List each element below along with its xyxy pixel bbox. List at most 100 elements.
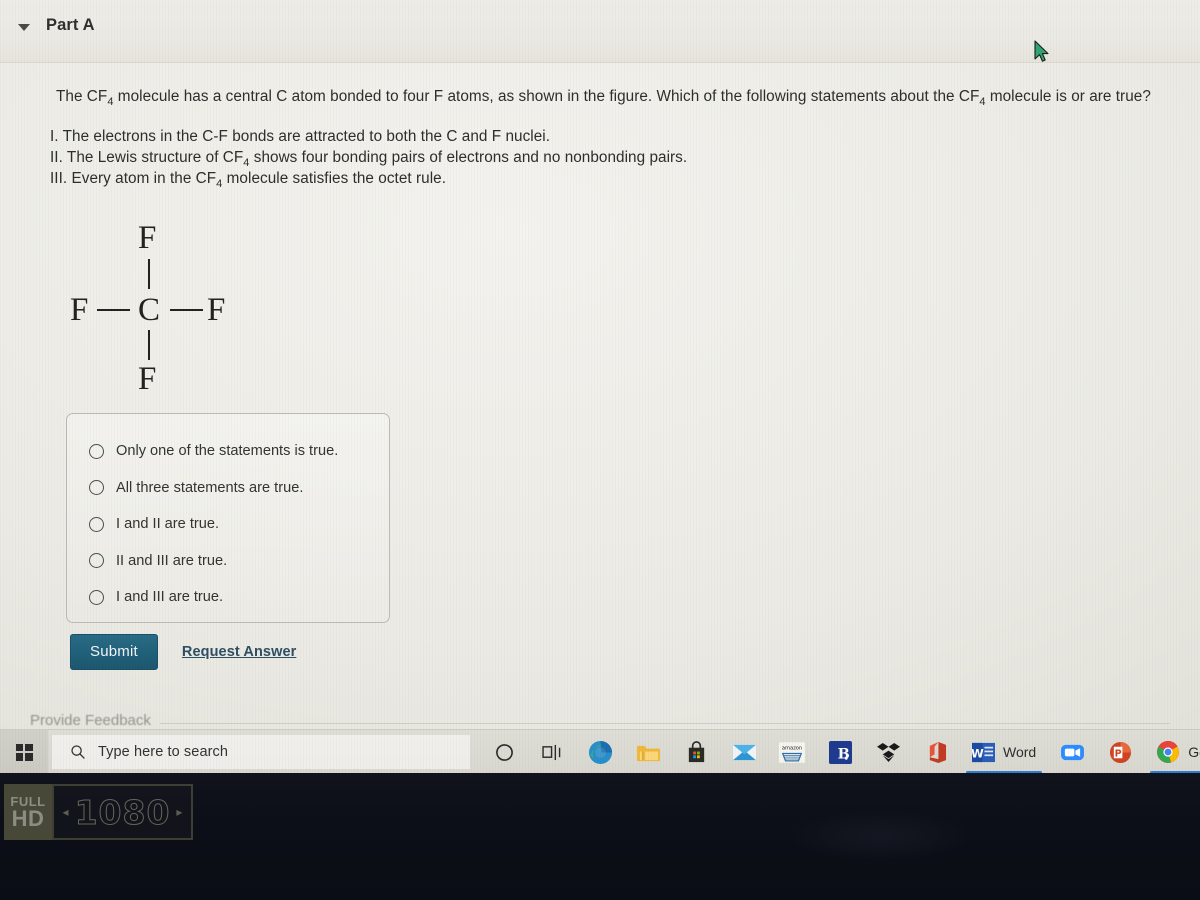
answer-option-4[interactable]: II and III are true. — [67, 543, 389, 580]
action-row: Submit Request Answer — [70, 634, 296, 670]
question-stem: The CF4 molecule has a central C atom bo… — [56, 88, 1151, 108]
answer-option-3-label: I and II are true. — [116, 516, 220, 533]
bond-line-right — [170, 309, 203, 311]
search-input[interactable]: Type here to search — [52, 735, 470, 769]
full-hd-badge: FULL HD ◂ 1080 ▸ — [4, 784, 193, 840]
radio-button-3[interactable] — [89, 516, 104, 532]
taskbar-item-file-explorer[interactable] — [624, 730, 672, 773]
taskbar-item-cortana[interactable] — [480, 730, 528, 773]
lewis-structure-cf4: F F C F F — [70, 222, 270, 397]
microsoft-edge-icon — [588, 740, 612, 764]
statement-ii-text-b: shows four bonding pairs of electrons an… — [249, 149, 688, 166]
google-chrome-icon — [1157, 741, 1180, 763]
dropbox-icon — [876, 742, 900, 762]
start-button[interactable] — [0, 730, 48, 773]
part-header-band: Part A — [0, 0, 1200, 63]
windows-logo-icon — [15, 743, 33, 761]
taskbar-item-task-view[interactable] — [528, 730, 576, 773]
microsoft-word-icon: W — [972, 742, 995, 762]
bond-line-bottom — [148, 330, 150, 360]
answer-option-3[interactable]: I and II are true. — [67, 506, 389, 543]
atom-label-c-center: C — [138, 292, 161, 328]
svg-text:B: B — [837, 746, 849, 762]
monitor-bezel: FULL HD ◂ 1080 ▸ — [0, 773, 1200, 900]
part-a-header[interactable]: Part A — [18, 16, 95, 35]
submit-button[interactable]: Submit — [70, 634, 158, 670]
taskbar-item-word-label: Word — [1003, 744, 1037, 760]
mouse-pointer-icon — [1034, 40, 1049, 62]
stem-part-2: molecule has a central C atom bonded to … — [113, 88, 980, 105]
resolution-badge: ◂ 1080 ▸ — [52, 784, 193, 840]
taskbar-item-microsoft-store[interactable] — [672, 730, 720, 773]
radio-button-4[interactable] — [89, 553, 104, 569]
resolution-value: 1080 — [74, 792, 171, 832]
statement-i-text: I. The electrons in the C-F bonds are at… — [50, 128, 551, 145]
windows-taskbar: Type here to search amazon B W Word P G — [0, 729, 1200, 773]
taskbar-item-word[interactable]: W Word — [960, 730, 1048, 773]
statement-ii-text-a: II. The Lewis structure of CF — [50, 149, 244, 166]
answer-choices-group: Only one of the statements is true. All … — [66, 413, 390, 623]
full-hd-label: FULL HD — [4, 784, 52, 840]
cortana-icon — [495, 743, 513, 761]
svg-text:amazon: amazon — [782, 745, 802, 751]
taskbar-item-dropbox[interactable] — [864, 730, 912, 773]
search-placeholder-text: Type here to search — [98, 744, 229, 760]
taskbar-item-powerpoint[interactable]: P — [1096, 730, 1144, 773]
page-title: Part A — [46, 16, 95, 34]
powerpoint-icon: P — [1109, 741, 1131, 763]
taskbar-item-edge[interactable] — [576, 730, 624, 773]
statement-iii-text-b: molecule satisfies the octet rule. — [222, 170, 447, 187]
taskbar-items: amazon B W Word P G — [480, 730, 1200, 773]
answer-option-1-label: Only one of the statements is true. — [116, 443, 339, 460]
bezel-reflection — [790, 811, 970, 861]
horizontal-divider — [160, 723, 1170, 724]
taskbar-item-office[interactable] — [912, 730, 960, 773]
taskbar-item-zoom[interactable] — [1048, 730, 1096, 773]
svg-text:W: W — [972, 746, 984, 760]
atom-label-f-bottom: F — [138, 361, 157, 397]
svg-text:P: P — [1114, 748, 1121, 759]
stem-part-3: molecule is or are true? — [985, 88, 1151, 105]
microsoft-office-icon — [929, 741, 946, 763]
statement-i: I. The electrons in the C-F bonds are at… — [50, 128, 550, 146]
statement-iii: III. Every atom in the CF4 molecule sati… — [50, 170, 446, 190]
answer-option-2-label: All three statements are true. — [116, 479, 304, 496]
statement-iii-text-a: III. Every atom in the CF — [50, 170, 217, 187]
file-explorer-icon — [636, 745, 660, 761]
amazon-icon: amazon — [779, 741, 805, 763]
microsoft-store-icon — [688, 740, 704, 762]
atom-label-f-left: F — [70, 292, 89, 328]
stem-part-1: The CF — [56, 88, 108, 105]
taskbar-item-bitdefender[interactable]: B — [816, 730, 864, 773]
taskbar-item-mail[interactable] — [720, 730, 768, 773]
taskbar-item-chrome-label: Go — [1188, 744, 1200, 760]
chevron-down-icon[interactable] — [18, 23, 30, 31]
mail-icon — [732, 744, 756, 760]
radio-button-1[interactable] — [89, 443, 104, 459]
taskbar-item-chrome[interactable]: Go — [1144, 730, 1200, 773]
answer-option-2[interactable]: All three statements are true. — [67, 470, 389, 507]
full-hd-hd-text: HD — [11, 805, 45, 831]
atom-label-f-top: F — [138, 220, 157, 256]
task-view-icon — [541, 744, 560, 760]
provide-feedback-link[interactable]: Provide Feedback — [30, 712, 151, 729]
radio-button-5[interactable] — [89, 589, 104, 605]
bitdefender-icon: B — [828, 740, 852, 764]
statement-ii: II. The Lewis structure of CF4 shows fou… — [50, 149, 687, 169]
radio-button-2[interactable] — [89, 480, 104, 496]
taskbar-item-amazon[interactable]: amazon — [768, 730, 816, 773]
search-icon — [71, 745, 85, 759]
answer-option-4-label: II and III are true. — [116, 552, 228, 569]
request-answer-link[interactable]: Request Answer — [182, 644, 296, 660]
answer-option-5-label: I and III are true. — [116, 589, 224, 606]
answer-option-1[interactable]: Only one of the statements is true. — [67, 433, 389, 470]
bond-line-left — [97, 309, 130, 311]
answer-option-5[interactable]: I and III are true. — [67, 579, 389, 616]
provide-feedback-zone: Provide Feedback — [0, 712, 1200, 730]
monitor-screen: Part A The CF4 molecule has a central C … — [0, 0, 1200, 773]
atom-label-f-right: F — [207, 292, 226, 328]
arrow-right-icon: ▸ — [176, 805, 183, 819]
bond-line-top — [148, 259, 150, 289]
arrow-left-icon: ◂ — [62, 805, 69, 819]
zoom-icon — [1060, 744, 1084, 760]
